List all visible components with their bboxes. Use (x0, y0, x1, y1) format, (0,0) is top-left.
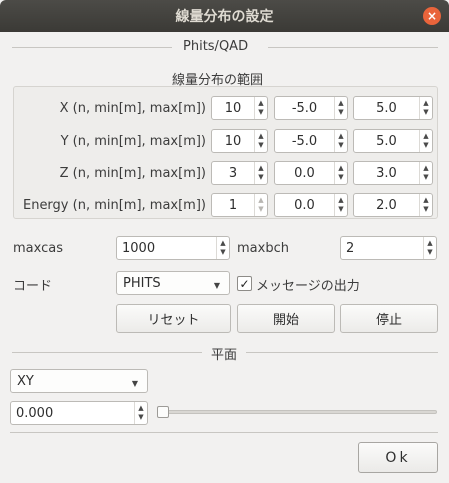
y-max-spinbox[interactable]: 5.0 ▲ ▼ (353, 129, 433, 153)
separator-left (12, 352, 202, 353)
spin-up-icon[interactable]: ▲ (338, 132, 343, 141)
spin-down-icon[interactable]: ▼ (258, 108, 263, 117)
code-selected-value: PHITS (123, 275, 161, 291)
range-row-label-z: Z (n, min[m], max[m]) (59, 166, 206, 181)
z-n-spinbox[interactable]: 3 ▲ ▼ (211, 161, 268, 185)
spin-down-icon[interactable]: ▼ (338, 173, 343, 182)
separator-right (268, 47, 438, 48)
spin-down-icon[interactable]: ▼ (258, 141, 263, 150)
window-title: 線量分布の設定 (175, 9, 274, 25)
energy-min-spinbox[interactable]: 0.0 ▲ ▼ (274, 193, 348, 217)
maxbch-value: 2 (346, 240, 355, 256)
y-n-spinbox[interactable]: 10 ▲ ▼ (211, 129, 268, 153)
stop-button-label: 停止 (375, 313, 402, 328)
z-max-spinbox[interactable]: 3.0 ▲ ▼ (353, 161, 433, 185)
spin-down-icon[interactable]: ▼ (338, 108, 343, 117)
x-max-value: 5.0 (376, 100, 397, 116)
spin-down-icon[interactable]: ▼ (258, 205, 263, 214)
spin-up-icon[interactable]: ▲ (138, 404, 143, 413)
x-max-spinbox[interactable]: 5.0 ▲ ▼ (353, 96, 433, 120)
x-n-value: 10 (224, 100, 242, 116)
spin-up-icon[interactable]: ▲ (258, 132, 263, 141)
phits-section-title: Phits/QAD (183, 39, 249, 54)
energy-max-value: 2.0 (376, 197, 397, 213)
spin-up-icon[interactable]: ▲ (258, 99, 263, 108)
settings-dialog: 線量分布の設定 × Phits/QAD 線量分布の範囲 X (n, min[m]… (0, 0, 449, 483)
spin-up-icon[interactable]: ▲ (258, 164, 263, 173)
reset-button[interactable]: リセット (116, 304, 231, 333)
spin-up-icon[interactable]: ▲ (423, 99, 428, 108)
stop-button[interactable]: 停止 (340, 304, 438, 333)
spin-down-icon[interactable]: ▼ (258, 173, 263, 182)
energy-min-value: 0.0 (294, 197, 315, 213)
maxcas-spinbox[interactable]: 1000 ▲ ▼ (116, 236, 230, 260)
y-min-value: -5.0 (291, 133, 318, 149)
y-n-value: 10 (224, 133, 242, 149)
plane-section-title: 平面 (211, 348, 238, 363)
spin-up-icon[interactable]: ▲ (338, 164, 343, 173)
ok-button-label: Ok (385, 449, 411, 466)
close-icon: × (426, 9, 438, 23)
energy-max-spinbox[interactable]: 2.0 ▲ ▼ (353, 193, 433, 217)
title-bar: 線量分布の設定 × (0, 0, 449, 32)
spin-up-icon[interactable]: ▲ (423, 164, 428, 173)
plane-selected-value: XY (17, 373, 34, 389)
position-value: 0.000 (16, 405, 54, 421)
spin-down-icon[interactable]: ▼ (338, 205, 343, 214)
spin-up-icon[interactable]: ▲ (258, 196, 263, 205)
x-n-spinbox[interactable]: 10 ▲ ▼ (211, 96, 268, 120)
spin-down-icon[interactable]: ▼ (427, 248, 432, 257)
spin-down-icon[interactable]: ▼ (138, 413, 143, 422)
maxcas-label: maxcas (13, 241, 63, 256)
ok-button[interactable]: Ok (358, 442, 438, 473)
maxbch-spinbox[interactable]: 2 ▲ ▼ (340, 236, 437, 260)
plane-combobox[interactable]: XY ▼ (10, 369, 148, 393)
position-spinbox[interactable]: 0.000 ▲ ▼ (10, 401, 148, 425)
start-button-label: 開始 (272, 313, 299, 328)
spin-up-icon[interactable]: ▲ (338, 196, 343, 205)
spin-up-icon[interactable]: ▲ (427, 239, 432, 248)
separator-right (246, 352, 438, 353)
y-max-value: 5.0 (376, 133, 397, 149)
position-slider-track[interactable] (157, 410, 437, 414)
spin-down-icon[interactable]: ▼ (338, 141, 343, 150)
spin-up-icon[interactable]: ▲ (423, 132, 428, 141)
spin-up-icon[interactable]: ▲ (220, 239, 225, 248)
spin-up-icon[interactable]: ▲ (338, 99, 343, 108)
code-label: コード (13, 279, 53, 294)
message-output-label: メッセージの出力 (256, 279, 360, 294)
energy-n-spinbox[interactable]: 1 ▲ ▼ (211, 193, 268, 217)
position-slider-handle[interactable] (157, 406, 169, 418)
checkmark-icon: ✓ (239, 276, 250, 291)
x-min-value: -5.0 (291, 100, 318, 116)
range-row-label-y: Y (n, min[m], max[m]) (60, 134, 206, 149)
maxbch-label: maxbch (237, 241, 289, 256)
spin-down-icon[interactable]: ▼ (423, 141, 428, 150)
close-button[interactable]: × (423, 7, 441, 25)
code-combobox[interactable]: PHITS ▼ (116, 271, 230, 295)
start-button[interactable]: 開始 (237, 304, 335, 333)
chevron-down-icon: ▼ (131, 379, 138, 388)
spin-down-icon[interactable]: ▼ (220, 248, 225, 257)
footer-separator (10, 432, 438, 433)
separator-left (12, 47, 172, 48)
range-row-label-energy: Energy (n, min[m], max[m]) (22, 198, 206, 213)
maxcas-value: 1000 (122, 240, 156, 256)
z-min-spinbox[interactable]: 0.0 ▲ ▼ (274, 161, 348, 185)
y-min-spinbox[interactable]: -5.0 ▲ ▼ (274, 129, 348, 153)
message-output-checkbox[interactable]: ✓ (237, 276, 252, 291)
chevron-down-icon: ▼ (213, 281, 220, 290)
spin-up-icon[interactable]: ▲ (423, 196, 428, 205)
spin-down-icon[interactable]: ▼ (423, 205, 428, 214)
z-min-value: 0.0 (294, 165, 315, 181)
reset-button-label: リセット (147, 313, 200, 328)
range-row-label-x: X (n, min[m], max[m]) (59, 101, 206, 116)
z-n-value: 3 (228, 165, 238, 181)
z-max-value: 3.0 (376, 165, 397, 181)
energy-n-value: 1 (228, 197, 238, 213)
spin-down-icon[interactable]: ▼ (423, 108, 428, 117)
x-min-spinbox[interactable]: -5.0 ▲ ▼ (274, 96, 348, 120)
spin-down-icon[interactable]: ▼ (423, 173, 428, 182)
